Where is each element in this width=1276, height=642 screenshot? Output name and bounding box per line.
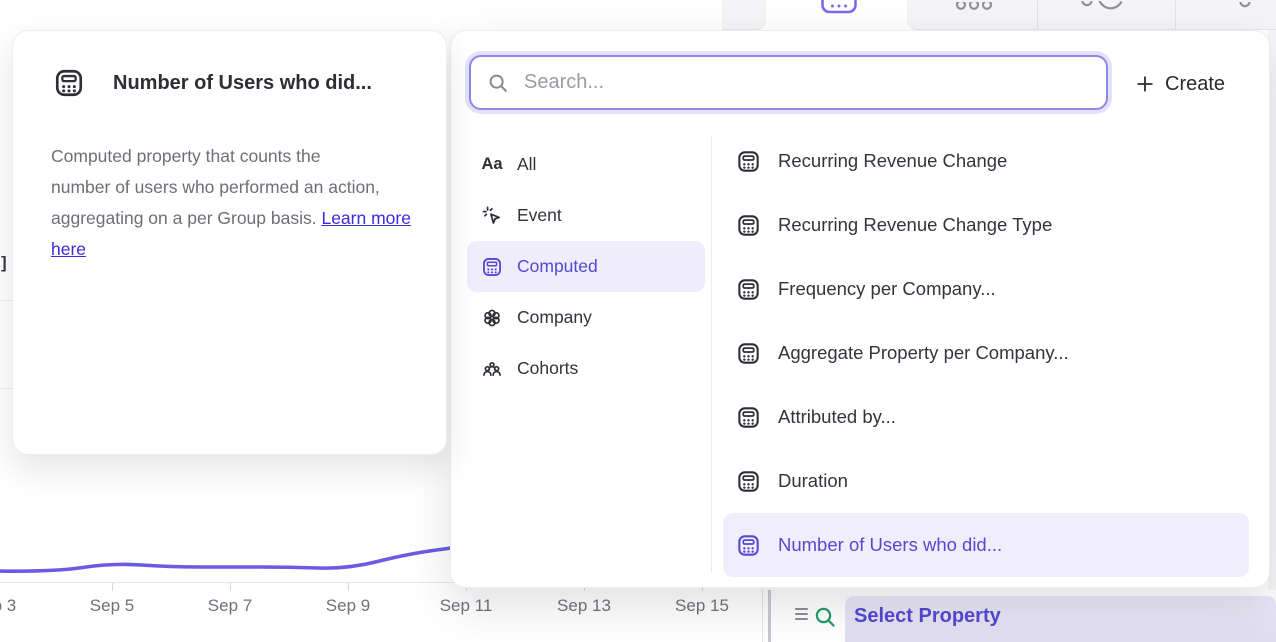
calculator-icon	[481, 256, 503, 278]
x-axis-tick-label: Sep 3	[0, 596, 16, 616]
calculator-icon	[736, 405, 761, 430]
select-property-label: Select Property	[854, 605, 1001, 628]
property-list-item[interactable]: Recurring Revenue Change	[723, 129, 1249, 193]
x-axis-tick	[112, 583, 113, 591]
company-icon	[481, 307, 503, 329]
clipped-background-text: ]	[1, 253, 7, 273]
text-format-icon: Aa	[481, 155, 503, 174]
category-label: Computed	[517, 256, 598, 277]
property-label: Recurring Revenue Change Type	[778, 214, 1052, 236]
tabbar-gray-left	[722, 0, 766, 30]
property-label: Frequency per Company...	[778, 278, 996, 300]
category-all[interactable]: Aa All	[467, 139, 705, 190]
calculator-icon	[736, 213, 761, 238]
calculator-icon	[736, 533, 761, 558]
property-label: Aggregate Property per Company...	[778, 342, 1069, 364]
category-label: All	[517, 154, 536, 175]
funnel-dots-icon	[955, 2, 995, 13]
vertical-divider	[711, 137, 712, 573]
search-icon-green[interactable]	[813, 605, 837, 629]
calculator-icon	[736, 469, 761, 494]
category-label: Event	[517, 205, 562, 226]
metric-config-row: Select Property	[772, 590, 1276, 642]
cohorts-icon	[481, 358, 503, 380]
create-button[interactable]: Create	[1135, 69, 1225, 99]
drag-handle-icon[interactable]	[795, 608, 808, 620]
tooltip-title: Number of Users who did...	[113, 72, 372, 95]
property-picker-popover: Create Aa All Event Computed Company Coh…	[450, 30, 1270, 588]
x-axis-tick-label: Sep 13	[557, 596, 611, 616]
calculator-icon	[736, 149, 761, 174]
category-cohorts[interactable]: Cohorts	[467, 343, 705, 394]
x-axis-tick-label: Sep 15	[675, 596, 729, 616]
calculator-icon	[736, 277, 761, 302]
calculator-icon	[53, 67, 85, 99]
tab-funnel[interactable]	[955, 0, 995, 18]
x-axis-tick-label: Sep 7	[208, 596, 252, 616]
property-list-item[interactable]: Recurring Revenue Change Type	[723, 193, 1249, 257]
x-axis-tick-label: Sep 5	[90, 596, 134, 616]
x-axis-tick	[230, 583, 231, 591]
category-computed[interactable]: Computed	[467, 241, 705, 292]
x-axis-tick-label: Sep 9	[326, 596, 370, 616]
magic-cursor-icon	[481, 205, 503, 227]
category-company[interactable]: Company	[467, 292, 705, 343]
search-icon	[487, 72, 509, 94]
calculator-icon	[736, 341, 761, 366]
search-input[interactable]	[522, 70, 1090, 95]
property-result-list: Recurring Revenue Change Recurring Reven…	[723, 129, 1249, 577]
tab-insights-active[interactable]	[820, 0, 858, 19]
property-tooltip-card: Number of Users who did... Computed prop…	[12, 30, 447, 455]
x-axis-tick-label: Sep 11	[440, 596, 493, 616]
panel-resize-handle[interactable]	[768, 590, 771, 642]
plus-icon	[1135, 74, 1155, 94]
property-list-item[interactable]: Duration	[723, 449, 1249, 513]
property-label: Recurring Revenue Change	[778, 150, 1007, 172]
property-list-item[interactable]: Aggregate Property per Company...	[723, 321, 1249, 385]
tab-metric[interactable]	[1238, 0, 1252, 18]
x-axis-tick	[348, 583, 349, 591]
property-list-item[interactable]: Attributed by...	[723, 385, 1249, 449]
report-type-tabbar	[722, 0, 1276, 30]
property-list-item-selected[interactable]: Number of Users who did...	[723, 513, 1249, 577]
tooltip-description: Computed property that counts the number…	[51, 141, 413, 265]
description-line: number of users who performed an action,	[51, 172, 413, 203]
select-property-field[interactable]: Select Property	[845, 596, 1276, 642]
retention-icon	[1080, 1, 1126, 13]
tooltip-header: Number of Users who did...	[53, 67, 372, 99]
description-line: aggregating on a per Group basis.	[51, 208, 317, 228]
panel-divider	[762, 590, 763, 642]
tab-separator	[1037, 0, 1038, 29]
create-button-label: Create	[1165, 73, 1225, 96]
category-label: Company	[517, 307, 592, 328]
description-line: Computed property that counts the	[51, 141, 413, 172]
property-list-item[interactable]: Frequency per Company...	[723, 257, 1249, 321]
tab-separator	[1175, 0, 1176, 29]
metric-icon	[1238, 2, 1252, 13]
category-list: Aa All Event Computed Company Cohorts	[467, 139, 705, 394]
report-chart-icon	[820, 0, 858, 14]
property-label: Duration	[778, 470, 848, 492]
tab-retention[interactable]	[1080, 0, 1126, 18]
category-label: Cohorts	[517, 358, 578, 379]
search-box	[469, 55, 1108, 110]
property-label: Attributed by...	[778, 406, 896, 428]
property-label: Number of Users who did...	[778, 534, 1002, 556]
category-event[interactable]: Event	[467, 190, 705, 241]
